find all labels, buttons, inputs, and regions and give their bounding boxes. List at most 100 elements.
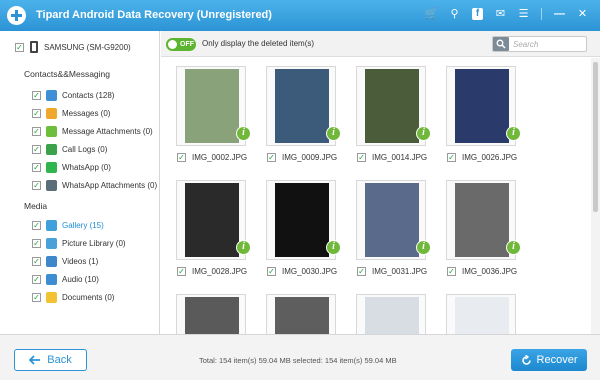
thumbnail-caption: ✓ IMG_0002.JPG xyxy=(177,153,247,162)
recover-label: Recover xyxy=(536,354,578,366)
item-checkbox[interactable]: ✓ xyxy=(32,163,41,172)
device-name: SAMSUNG (SM-G9200) xyxy=(44,42,131,52)
item-checkbox[interactable]: ✓ xyxy=(447,153,456,162)
gallery-item[interactable]: i ✓ IMG_0028.JPG xyxy=(171,172,251,280)
phone-icon xyxy=(30,41,38,53)
item-checkbox[interactable]: ✓ xyxy=(32,145,41,154)
item-checkbox[interactable]: ✓ xyxy=(32,293,41,302)
info-icon[interactable]: i xyxy=(326,126,341,141)
info-icon[interactable]: i xyxy=(416,126,431,141)
thumbnail-frame[interactable] xyxy=(266,294,336,334)
item-checkbox[interactable]: ✓ xyxy=(32,109,41,118)
title-bar: Tipard Android Data Recovery (Unregister… xyxy=(0,0,600,31)
item-checkbox[interactable]: ✓ xyxy=(267,153,276,162)
sidebar-item-label: Videos (1) xyxy=(62,257,99,266)
sidebar-item[interactable]: ✓ Audio (10) xyxy=(32,272,99,287)
gallery-item[interactable]: i ✓ IMG_0036.JPG xyxy=(441,172,521,280)
thumbnail-frame[interactable] xyxy=(176,294,246,334)
recover-button[interactable]: Recover xyxy=(511,349,587,371)
item-checkbox[interactable]: ✓ xyxy=(32,91,41,100)
device-checkbox[interactable]: ✓ xyxy=(15,42,24,52)
thumbnail-image xyxy=(185,183,239,257)
thumbnail-image xyxy=(365,297,419,334)
sidebar-item[interactable]: ✓ Message Attachments (0) xyxy=(32,124,153,139)
item-checkbox[interactable]: ✓ xyxy=(32,127,41,136)
item-checkbox[interactable]: ✓ xyxy=(177,267,186,276)
facebook-icon[interactable]: f xyxy=(472,8,483,20)
gallery-item[interactable]: i ✓ IMG_0026.JPG xyxy=(441,58,521,166)
info-icon[interactable]: i xyxy=(506,240,521,255)
sidebar-item[interactable]: ✓ Messages (0) xyxy=(32,106,110,121)
cart-icon[interactable]: 🛒 xyxy=(425,8,439,20)
thumbnail-image xyxy=(365,183,419,257)
search-input[interactable] xyxy=(513,39,583,49)
file-name: IMG_0026.JPG xyxy=(462,153,518,162)
item-checkbox[interactable]: ✓ xyxy=(32,275,41,284)
audio-icon xyxy=(46,274,57,285)
sidebar-item-label: Call Logs (0) xyxy=(62,145,108,154)
back-button[interactable]: Back xyxy=(14,349,87,371)
thumbnail-frame[interactable] xyxy=(446,294,516,334)
deleted-only-toggle[interactable]: OFF xyxy=(166,38,196,51)
item-checkbox[interactable]: ✓ xyxy=(177,153,186,162)
sidebar-item[interactable]: ✓ Gallery (15) xyxy=(32,218,104,233)
sidebar-item[interactable]: ✓ WhatsApp Attachments (0) xyxy=(32,178,157,193)
search-icon[interactable] xyxy=(493,37,509,51)
sidebar-item-label: Audio (10) xyxy=(62,275,99,284)
gallery-item[interactable]: i ✓ IMG_0009.JPG xyxy=(261,58,341,166)
device-row[interactable]: ✓ SAMSUNG (SM-G9200) xyxy=(15,41,131,53)
gallery-item[interactable] xyxy=(171,286,251,334)
minimize-icon[interactable]: — xyxy=(554,8,565,20)
gallery-item[interactable]: i ✓ IMG_0030.JPG xyxy=(261,172,341,280)
app-logo-icon xyxy=(7,6,26,25)
info-icon[interactable]: i xyxy=(326,240,341,255)
item-checkbox[interactable]: ✓ xyxy=(32,221,41,230)
info-icon[interactable]: i xyxy=(236,240,251,255)
item-checkbox[interactable]: ✓ xyxy=(32,181,41,190)
sidebar-item[interactable]: ✓ Call Logs (0) xyxy=(32,142,107,157)
info-icon[interactable]: i xyxy=(416,240,431,255)
gallery-item[interactable] xyxy=(441,286,521,334)
picture-library-icon xyxy=(46,238,57,249)
menu-icon[interactable]: ☰ xyxy=(518,8,529,20)
item-checkbox[interactable]: ✓ xyxy=(32,239,41,248)
gallery-item[interactable]: i ✓ IMG_0002.JPG xyxy=(171,58,251,166)
thumbnail-caption: ✓ IMG_0009.JPG xyxy=(267,153,337,162)
sidebar-item-label: WhatsApp Attachments (0) xyxy=(62,181,158,190)
gallery-item[interactable] xyxy=(261,286,341,334)
sidebar-item[interactable]: ✓ WhatsApp (0) xyxy=(32,160,111,175)
chat-icon[interactable]: ✉ xyxy=(495,8,506,20)
thumbnail-image xyxy=(455,69,509,143)
media-section-heading: Media xyxy=(24,201,48,211)
sidebar-item[interactable]: ✓ Documents (0) xyxy=(32,290,114,305)
key-icon[interactable]: ⚲ xyxy=(449,8,460,20)
category-panel: ✓ SAMSUNG (SM-G9200) Contacts&&Messaging… xyxy=(0,31,160,334)
item-checkbox[interactable]: ✓ xyxy=(267,267,276,276)
sidebar-item[interactable]: ✓ Picture Library (0) xyxy=(32,236,126,251)
selection-status: Total: 154 item(s) 59.04 MB selected: 15… xyxy=(199,356,397,365)
gallery-item[interactable]: i ✓ IMG_0014.JPG xyxy=(351,58,431,166)
item-checkbox[interactable]: ✓ xyxy=(447,267,456,276)
call-log-icon xyxy=(46,144,57,155)
contacts-section-heading: Contacts&&Messaging xyxy=(24,69,110,79)
thumbnail-frame[interactable] xyxy=(356,294,426,334)
close-icon[interactable]: ✕ xyxy=(577,8,588,20)
grid-scrollbar[interactable] xyxy=(591,58,600,334)
item-checkbox[interactable]: ✓ xyxy=(357,153,366,162)
item-checkbox[interactable]: ✓ xyxy=(32,257,41,266)
item-checkbox[interactable]: ✓ xyxy=(357,267,366,276)
info-icon[interactable]: i xyxy=(506,126,521,141)
gallery-item[interactable] xyxy=(351,286,431,334)
thumbnail-image xyxy=(275,183,329,257)
whatsapp-attachment-icon xyxy=(46,180,57,191)
whatsapp-icon xyxy=(46,162,57,173)
title-bar-icons: 🛒 ⚲ f ✉ ☰ — ✕ xyxy=(425,8,588,20)
documents-icon xyxy=(46,292,57,303)
sidebar-item[interactable]: ✓ Contacts (128) xyxy=(32,88,114,103)
scroll-thumb[interactable] xyxy=(593,62,598,212)
thumbnail-image xyxy=(275,297,329,334)
sidebar-item[interactable]: ✓ Videos (1) xyxy=(32,254,98,269)
info-icon[interactable]: i xyxy=(236,126,251,141)
gallery-item[interactable]: i ✓ IMG_0031.JPG xyxy=(351,172,431,280)
gallery-icon xyxy=(46,220,57,231)
